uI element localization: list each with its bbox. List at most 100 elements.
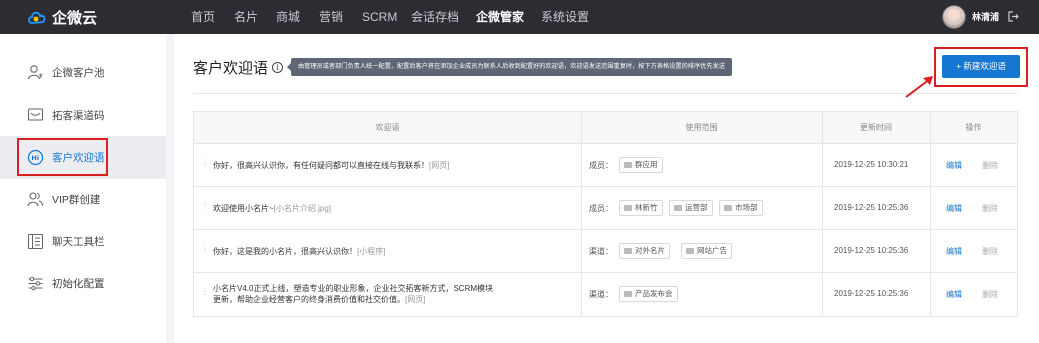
table-row[interactable]: ⋮ 欢迎使用小名片~[小名片介绍.jpg] 成员： 林新竹 运营部 市场部 20… [194,187,1017,230]
top-navigation-bar: 企微云 首页 名片 商城 营销 SCRM 会话存档 企微管家 系统设置 林清浦 [0,0,1039,34]
greeting-tag: [小名片介绍.jpg] [273,204,332,213]
welcome-message-table: 欢迎语 使用范围 更新时间 操作 ⋮ 你好，很高兴认识你，有任何疑问都可以直接在… [193,111,1018,317]
greeting-tag: [网页] [429,161,450,170]
delete-link[interactable]: 删除 [982,160,998,171]
greeting-body-line2: 更新，帮助企业经营客户的终身消费价值和社交价值。 [213,295,405,304]
chip-label: 林新竹 [635,203,658,212]
nav-card[interactable]: 名片 [234,0,258,34]
nav-home[interactable]: 首页 [191,0,215,34]
logo-text: 企微云 [52,9,98,27]
drag-handle-icon[interactable]: ⋮ [201,202,209,213]
sidebar-item-vip-group[interactable]: VIP群创建 [0,178,166,221]
nav-settings[interactable]: 系统设置 [541,0,589,34]
table-row[interactable]: ⋮ 你好，很高兴认识你，有任何疑问都可以直接在线与我联系！[网页] 成员： 群应… [194,144,1017,187]
greeting-text: 欢迎使用小名片~[小名片介绍.jpg] [213,203,563,214]
nav-scrm[interactable]: SCRM [362,0,397,34]
chat-chip-icon [624,291,632,297]
scope-label: 成员： [589,204,613,213]
sidebar-item-chat-toolbar[interactable]: 聊天工具栏 [0,220,166,263]
logout-icon[interactable] [1008,11,1019,22]
scope-chip: 群应用 [619,157,663,173]
scope-label: 渠道： [589,247,613,256]
sidebar-item-channel-code[interactable]: 拓客渠道码 [0,94,166,137]
sidebar-item-label: VIP群创建 [52,194,101,206]
chip-label: 产品发布会 [635,289,673,298]
edit-link[interactable]: 编辑 [946,203,962,214]
sidebar-item-customer-pool[interactable]: 企微客户池 [0,51,166,94]
divider [193,93,1018,94]
drag-handle-icon[interactable]: ⋮ [201,288,209,299]
edit-link[interactable]: 编辑 [946,289,962,300]
chip-label: 运营部 [685,203,708,212]
sidebar: 企微客户池 拓客渠道码 Hi 客户欢迎语 VIP群创建 聊天工具栏 初始化配置 [0,34,166,343]
user-name[interactable]: 林清浦 [972,0,999,34]
column-header-scope: 使用范围 [685,123,718,132]
folder-icon [674,205,682,211]
page-title: 客户欢迎语 [193,60,269,77]
chip-label: 群应用 [635,160,658,169]
scope-chip: 对外名片 [619,243,670,259]
update-time: 2019-12-25 10:25:36 [834,203,909,212]
sidebar-item-label: 企微客户池 [52,67,105,79]
scope-chip: 运营部 [669,200,713,216]
edit-link[interactable]: 编辑 [946,246,962,257]
table-row[interactable]: ⋮ 小名片V4.0正式上线，塑造专业的职业形象，企业社交拓客新方式，SCRM模块… [194,273,1017,316]
greeting-text: 小名片V4.0正式上线，塑造专业的职业形象，企业社交拓客新方式，SCRM模块 更新… [213,283,563,305]
delete-link[interactable]: 删除 [982,246,998,257]
scope-chip: 网站广告 [681,243,732,259]
nav-chat-archive[interactable]: 会话存档 [411,0,459,34]
sidebar-item-label: 聊天工具栏 [52,236,105,248]
scope-chip: 市场部 [719,200,763,216]
scope-chip: 产品发布会 [619,286,678,302]
update-time: 2019-12-25 10:25:36 [834,289,909,298]
nav-wecom-manager[interactable]: 企微管家 [476,0,524,34]
cloud-logo-icon [28,11,46,25]
nav-mall[interactable]: 商城 [276,0,300,34]
toolbar-icon [27,233,44,250]
greeting-body: 你好，很高兴认识你，有任何疑问都可以直接在线与我联系！ [213,161,429,170]
delete-link[interactable]: 删除 [982,203,998,214]
column-header-actions: 操作 [965,123,982,132]
sidebar-item-label: 拓客渠道码 [52,110,105,122]
greeting-body: 你好，这是我的小名片，很高兴认识你！ [213,247,357,256]
delete-link[interactable]: 删除 [982,289,998,300]
user-icon [27,65,43,80]
sidebar-item-label: 初始化配置 [52,278,105,290]
scope-label: 渠道： [589,290,613,299]
chat-chip-icon [624,248,632,254]
greeting-tag: [网页] [405,295,426,304]
folder-icon [724,205,732,211]
drag-handle-icon[interactable]: ⋮ [201,159,209,170]
sidebar-item-init-config[interactable]: 初始化配置 [0,262,166,305]
new-welcome-message-button[interactable]: + 新建欢迎语 [942,55,1020,78]
greeting-body-line1: 小名片V4.0正式上线，塑造专业的职业形象，企业社交拓客新方式，SCRM模块 [213,284,494,293]
update-time: 2019-12-25 10:25:36 [834,246,909,255]
group-icon [27,192,43,207]
scope-label: 成员： [589,161,613,170]
red-arrow-icon [905,76,933,98]
avatar[interactable] [942,5,966,29]
column-header-message: 欢迎语 [375,123,400,132]
greeting-text: 你好，这是我的小名片，很高兴认识你！[小程序] [213,246,563,257]
folder-icon [624,162,632,168]
chip-label: 市场部 [735,203,758,212]
update-time: 2019-12-25 10:30:21 [834,160,909,169]
chip-label: 对外名片 [635,246,665,255]
greeting-tag: [小程序] [357,247,386,256]
nav-marketing[interactable]: 营销 [319,0,343,34]
greeting-body: 欢迎使用小名片~ [213,204,274,213]
table-header: 欢迎语 使用范围 更新时间 操作 [194,112,1017,144]
chip-label: 网站广告 [697,246,727,255]
edit-link[interactable]: 编辑 [946,160,962,171]
info-icon[interactable]: i [272,62,283,73]
scope-chip: 林新竹 [619,200,663,216]
user-chip-icon [624,205,632,211]
column-header-updated: 更新时间 [860,123,892,132]
highlight-box-sidebar [17,138,108,176]
table-row[interactable]: ⋮ 你好，这是我的小名片，很高兴认识你！[小程序] 渠道： 对外名片 网站广告 … [194,230,1017,273]
sliders-icon [28,276,43,291]
drag-handle-icon[interactable]: ⋮ [201,245,209,256]
logo[interactable]: 企微云 [27,6,97,28]
message-icon [27,108,44,121]
chat-chip-icon [686,248,694,254]
